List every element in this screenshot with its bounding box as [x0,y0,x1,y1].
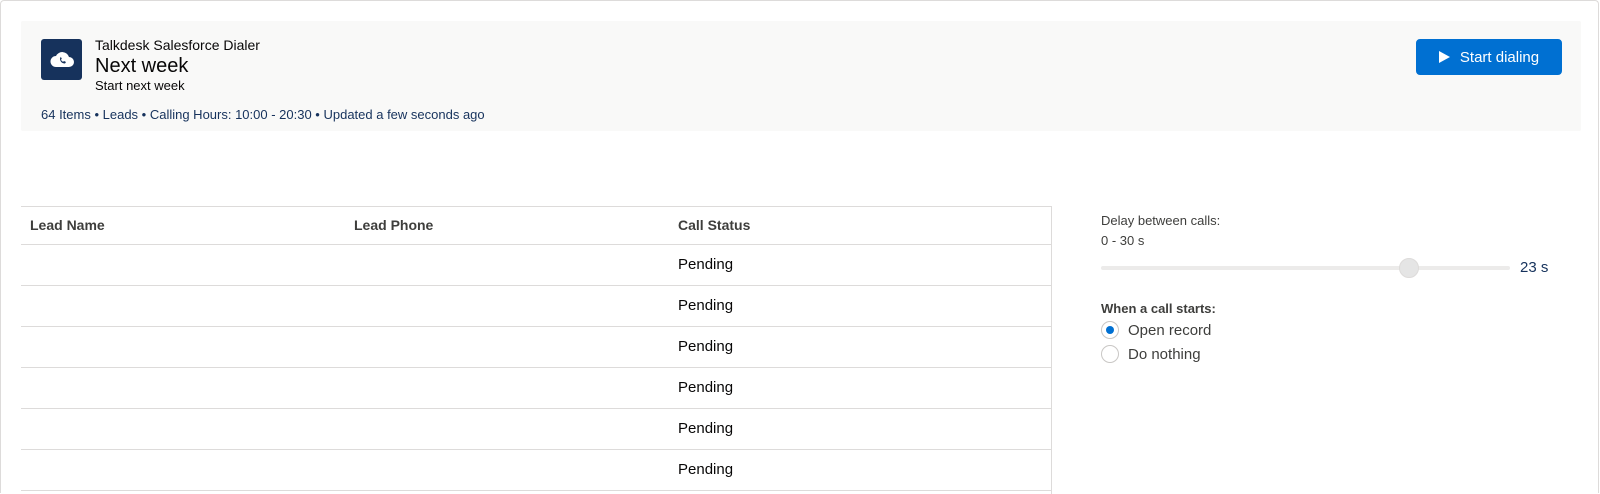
table-row[interactable]: Pending [21,244,1051,286]
delay-value: 23 s [1520,259,1549,276]
slider-thumb[interactable] [1399,258,1419,278]
list-meta: 64 Items • Leads • Calling Hours: 10:00 … [41,107,485,122]
leads-table: Lead Name Lead Phone Call Status Pending… [21,206,1052,494]
column-header-lead-phone[interactable]: Lead Phone [345,207,669,245]
call-status-cell: Pending [669,449,1051,491]
call-status-cell: Pending [669,367,1051,409]
page-title: Next week [95,55,189,77]
call-status-cell: Pending [669,326,1051,368]
dialer-panel: Talkdesk Salesforce Dialer Next week Sta… [0,0,1599,494]
radio-label[interactable]: Do nothing [1128,346,1201,363]
title-block: Talkdesk Salesforce Dialer Next week Sta… [95,37,260,94]
table-row[interactable]: Pending [21,367,1051,409]
delay-slider[interactable]: 23 s [1101,255,1561,281]
lead-name-cell [21,326,345,368]
lead-name-cell [21,244,345,286]
delay-label: Delay between calls: [1101,213,1221,228]
page-header: Talkdesk Salesforce Dialer Next week Sta… [21,21,1581,131]
table-row[interactable]: Pending [21,285,1051,327]
table-row[interactable]: Pending [21,408,1051,450]
start-dialing-button[interactable]: Start dialing [1416,39,1562,75]
radio-open-record[interactable]: Open record [1101,319,1561,341]
lead-name-cell [21,408,345,450]
lead-phone-cell [345,244,669,286]
lead-phone-cell [345,449,669,491]
radio-label[interactable]: Open record [1128,322,1211,339]
call-start-label: When a call starts: [1101,301,1216,316]
delay-range: 0 - 30 s [1101,233,1145,248]
column-header-call-status[interactable]: Call Status [669,207,1051,245]
dialer-settings: Delay between calls: 0 - 30 s 23 s When … [1101,213,1561,365]
cloud-phone-icon [41,39,82,80]
call-status-cell: Pending [669,408,1051,450]
table-row[interactable]: Pending [21,326,1051,368]
call-status-cell: Pending [669,285,1051,327]
radio-button[interactable] [1101,321,1119,339]
lead-phone-cell [345,285,669,327]
app-name: Talkdesk Salesforce Dialer [95,37,260,53]
slider-track[interactable] [1101,266,1510,270]
table-row[interactable]: Pending [21,449,1051,491]
table-header-row: Lead Name Lead Phone Call Status [21,207,1051,245]
page-subtitle: Start next week [95,78,185,93]
lead-phone-cell [345,367,669,409]
lead-name-cell [21,285,345,327]
start-dialing-label: Start dialing [1459,48,1540,66]
lead-phone-cell [345,408,669,450]
lead-name-cell [21,449,345,491]
radio-do-nothing[interactable]: Do nothing [1101,343,1561,365]
play-icon [1438,51,1450,63]
lead-phone-cell [345,326,669,368]
call-status-cell: Pending [669,244,1051,286]
radio-button[interactable] [1101,345,1119,363]
lead-name-cell [21,367,345,409]
column-header-lead-name[interactable]: Lead Name [21,207,345,245]
